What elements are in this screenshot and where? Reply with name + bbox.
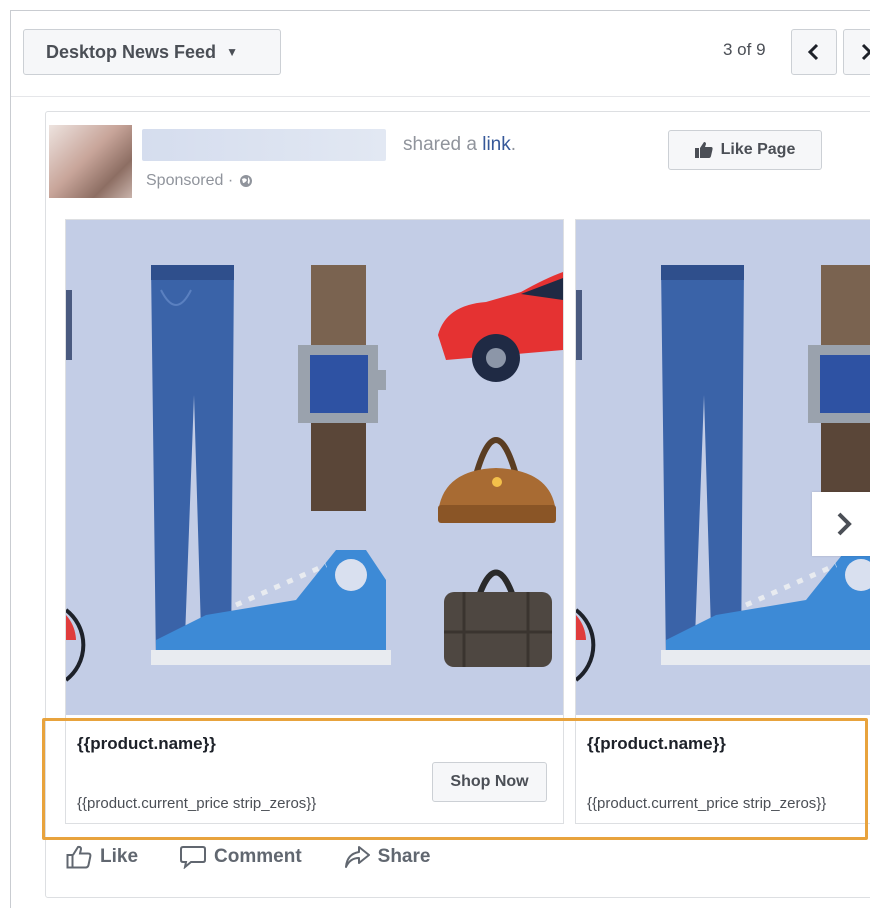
- product-name: {{product.name}}: [587, 734, 726, 753]
- previous-button[interactable]: [791, 29, 837, 75]
- globe-icon: [240, 175, 253, 187]
- carousel-next-button[interactable]: [812, 492, 870, 556]
- sponsored-label: Sponsored ·: [146, 172, 253, 190]
- thumbs-up-icon: [66, 845, 92, 869]
- avatar[interactable]: [49, 125, 132, 198]
- card-caption: {{product.name}} {{product.current_price…: [66, 715, 563, 823]
- product-image: [576, 220, 870, 715]
- link-text[interactable]: link: [482, 134, 511, 155]
- placement-label: Desktop News Feed: [46, 41, 217, 62]
- product-price: {{product.current_price strip_zeros}}: [587, 795, 827, 812]
- comment-action[interactable]: Comment: [180, 845, 302, 869]
- chevron-right-icon: [861, 43, 870, 61]
- caret-down-icon: ▼: [226, 45, 238, 59]
- share-action[interactable]: Share: [344, 845, 431, 869]
- thumbs-up-icon: [694, 142, 713, 158]
- comment-icon: [180, 846, 207, 869]
- like-page-label: Like Page: [720, 141, 796, 158]
- sponsored-post: shared a link. Sponsored · Like Page {{p…: [45, 111, 870, 898]
- card-caption: {{product.name}} {{product.current_price…: [576, 715, 870, 823]
- preview-toolbar: Desktop News Feed ▼ 3 of 9: [11, 11, 870, 97]
- link-suffix: .: [510, 134, 517, 155]
- next-button[interactable]: [843, 29, 870, 75]
- chevron-left-icon: [807, 43, 819, 61]
- post-actions: Like Comment Share: [66, 845, 472, 869]
- comment-label: Comment: [214, 846, 302, 867]
- shop-now-button[interactable]: Shop Now: [432, 762, 547, 802]
- like-action[interactable]: Like: [66, 845, 138, 869]
- product-image: [66, 220, 563, 715]
- pager-text: 3 of 9: [723, 40, 766, 59]
- share-label: Share: [377, 846, 431, 867]
- like-page-button[interactable]: Like Page: [668, 130, 822, 170]
- carousel-card[interactable]: {{product.name}} {{product.current_price…: [65, 219, 564, 824]
- like-label: Like: [100, 846, 139, 867]
- chevron-right-icon: [837, 512, 852, 536]
- shared-text: shared a: [403, 134, 483, 155]
- page-name-redacted: [142, 129, 386, 161]
- product-price: {{product.current_price strip_zeros}}: [77, 795, 317, 812]
- share-icon: [344, 846, 370, 868]
- product-name: {{product.name}}: [77, 734, 216, 753]
- ad-preview-frame: Desktop News Feed ▼ 3 of 9 shared a link…: [10, 10, 870, 908]
- shared-link-text: shared a link.: [403, 134, 516, 156]
- placement-dropdown[interactable]: Desktop News Feed ▼: [23, 29, 281, 75]
- sponsored-text: Sponsored ·: [146, 172, 234, 189]
